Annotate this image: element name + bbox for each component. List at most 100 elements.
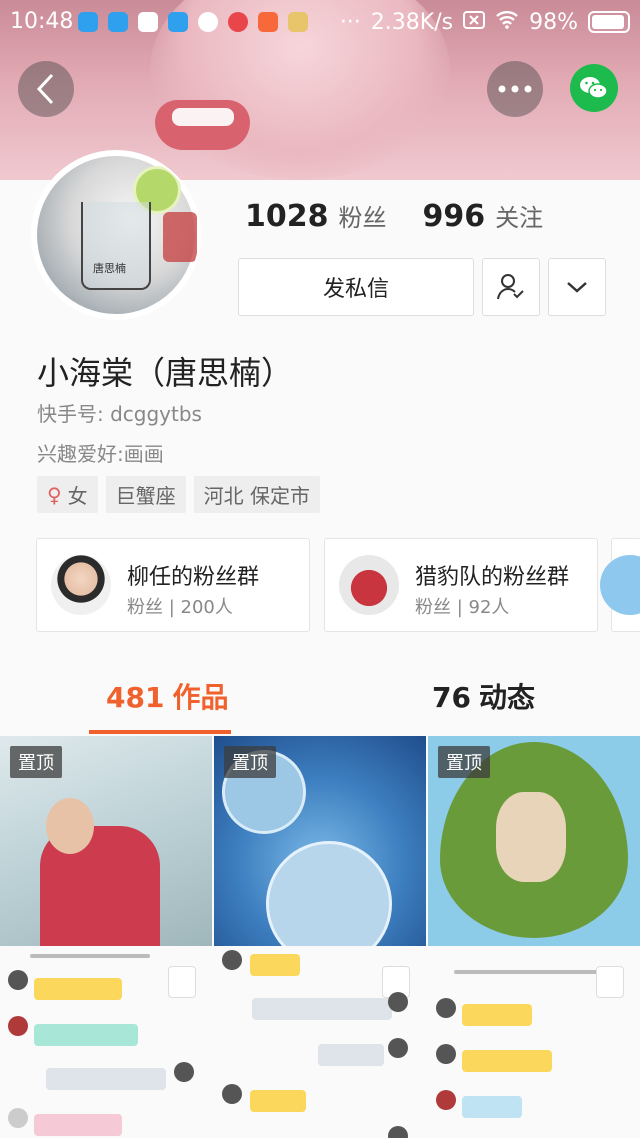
group-name: 猎豹队的粉丝群 <box>415 565 570 590</box>
video-thumbnail[interactable]: 置顶 <box>0 736 212 946</box>
fan-group-card[interactable]: 柳任的粉丝群 粉丝 | 200人 <box>36 538 310 632</box>
video-thumbnail[interactable] <box>428 948 640 1138</box>
chat-bubble <box>34 978 122 1000</box>
more-options-dropdown[interactable] <box>548 258 606 316</box>
location-tag: 河北 保定市 <box>193 476 321 513</box>
chat-bubble <box>318 1044 384 1066</box>
back-button[interactable] <box>18 61 74 117</box>
group-avatar <box>51 555 111 615</box>
thumb-face <box>496 792 566 882</box>
more-notifications-icon: ··· <box>339 9 361 35</box>
status-right: ··· 2.38K/s 98% <box>340 9 630 35</box>
back-icon <box>36 73 54 105</box>
chat-avatar <box>388 1038 408 1058</box>
profile-name: 小海棠（唐思楠） <box>37 354 294 392</box>
pinned-badge: 置顶 <box>224 746 276 778</box>
app-notification-icon <box>108 12 128 32</box>
fans-count[interactable]: 1028 <box>245 199 329 234</box>
more-icon <box>498 85 532 93</box>
more-button[interactable] <box>487 61 543 117</box>
pinned-badge: 置顶 <box>438 746 490 778</box>
chat-sticker <box>596 966 624 998</box>
avatar-glass: 唐思楠 <box>81 202 151 290</box>
gender-label: 女 <box>67 484 88 508</box>
chat-bubble <box>250 954 300 976</box>
kuaishou-id: 快手号: dcggytbs <box>37 402 202 426</box>
status-bar: 10:48 ··· 2.38K/s 98% <box>0 0 640 44</box>
fan-group-card-partial[interactable] <box>600 538 640 632</box>
sim-icon <box>463 10 486 35</box>
avatar-text: 唐思楠 <box>93 262 126 275</box>
chat-avatar <box>436 998 456 1018</box>
taobao-icon <box>258 12 278 32</box>
avatar-decoration <box>163 212 197 262</box>
chat-bubble <box>46 1068 166 1090</box>
battery-percent: 98% <box>529 9 578 35</box>
video-thumbnail[interactable] <box>0 948 212 1138</box>
avatar[interactable]: 唐思楠 <box>33 152 199 318</box>
pinned-badge: 置顶 <box>10 746 62 778</box>
banner-teeth <box>172 108 234 126</box>
send-message-button[interactable]: 发私信 <box>238 258 474 316</box>
chat-sticker <box>168 966 196 998</box>
profile-tags: ♀ 女 巨蟹座 河北 保定市 <box>37 476 321 513</box>
moments-count: 76 <box>432 681 471 714</box>
thumb-head <box>46 798 94 854</box>
chat-line <box>30 954 150 958</box>
chat-bubble <box>34 1024 138 1046</box>
chat-avatar <box>436 1044 456 1064</box>
group-name: 柳任的粉丝群 <box>127 565 260 590</box>
video-thumbnail[interactable]: 置顶 <box>214 736 426 946</box>
chat-avatar <box>8 1108 28 1128</box>
chat-avatar <box>222 1084 242 1104</box>
group-avatar <box>600 555 640 615</box>
music-icon <box>228 12 248 32</box>
following-count[interactable]: 996 <box>423 199 486 234</box>
drive-icon <box>198 12 218 32</box>
female-icon: ♀ <box>47 482 62 507</box>
chat-avatar <box>8 1016 28 1036</box>
status-time: 10:48 <box>10 9 74 34</box>
fan-group-card[interactable]: 猎豹队的粉丝群 粉丝 | 92人 <box>324 538 598 632</box>
app-notification-icon <box>168 12 188 32</box>
group-subtitle: 粉丝 | 200人 <box>127 597 233 618</box>
tab-moments[interactable]: 76 动态 <box>432 676 535 716</box>
chat-bubble <box>462 1004 532 1026</box>
chat-avatar <box>436 1090 456 1110</box>
chat-avatar <box>222 950 242 970</box>
zodiac-tag: 巨蟹座 <box>105 476 186 513</box>
notification-icons <box>78 12 308 32</box>
chat-avatar <box>174 1062 194 1082</box>
app-notification-icon <box>78 12 98 32</box>
chat-avatar <box>388 992 408 1012</box>
chat-avatar <box>8 970 28 990</box>
wifi-icon <box>495 9 519 35</box>
chat-line <box>454 970 604 974</box>
following-label[interactable]: 关注 <box>495 198 543 233</box>
chat-avatar <box>388 1126 408 1138</box>
app-notification-icon <box>288 12 308 32</box>
battery-icon <box>588 11 630 33</box>
chevron-down-icon <box>567 282 587 293</box>
chat-bubble <box>462 1050 552 1072</box>
tab-indicator <box>89 730 231 734</box>
group-avatar <box>339 555 399 615</box>
works-label: 作品 <box>172 681 229 714</box>
follow-button[interactable] <box>482 258 540 316</box>
follow-user-icon <box>497 274 524 300</box>
moments-label: 动态 <box>478 681 535 714</box>
video-thumbnail[interactable]: 置顶 <box>428 736 640 946</box>
profile-stats: 1028 粉丝 996 关注 <box>245 198 579 234</box>
group-subtitle: 粉丝 | 92人 <box>415 597 510 618</box>
chat-bubble <box>34 1114 122 1136</box>
fans-label[interactable]: 粉丝 <box>339 198 387 233</box>
network-speed: 2.38K/s <box>370 9 454 35</box>
thumb-bubble <box>266 841 392 946</box>
video-thumbnail[interactable] <box>214 948 426 1138</box>
wechat-share-button[interactable] <box>570 64 618 112</box>
tab-works[interactable]: 481 作品 <box>106 676 228 716</box>
hobby: 兴趣爱好:画画 <box>37 442 164 466</box>
wechat-icon <box>580 77 608 99</box>
play-store-icon <box>138 12 158 32</box>
chat-bubble <box>250 1090 306 1112</box>
